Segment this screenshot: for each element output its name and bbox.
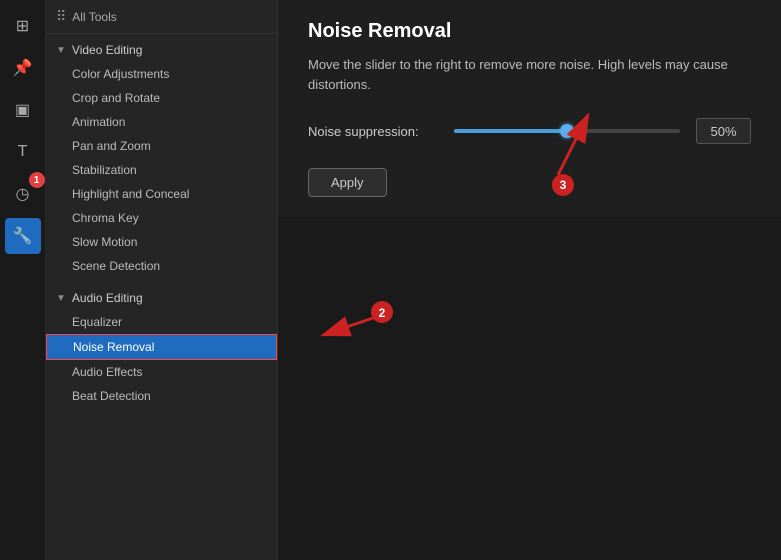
menu-item-highlight-and-conceal[interactable]: Highlight and Conceal [46,182,277,206]
slider-thumb[interactable] [560,124,574,138]
menu-item-color-adjustments[interactable]: Color Adjustments [46,62,277,86]
menu-item-animation[interactable]: Animation [46,110,277,134]
menu-item-stabilization[interactable]: Stabilization [46,158,277,182]
menu-item-equalizer[interactable]: Equalizer [46,310,277,334]
panel-description: Move the slider to the right to remove m… [308,55,751,94]
section-title-audio-editing[interactable]: ▼ Audio Editing [46,286,277,310]
sidebar-sections: ▼ Video EditingColor AdjustmentsCrop and… [46,34,277,412]
icon-bar: ⊞ 📌 ▣ T ◷1 🔧 [0,0,46,560]
noise-suppression-label: Noise suppression: [308,124,438,139]
text-icon[interactable]: T [5,134,41,170]
menu-item-audio-effects[interactable]: Audio Effects [46,360,277,384]
all-tools-label: All Tools [72,10,116,24]
section-audio-editing: ▼ Audio EditingEqualizerNoise RemovalAud… [46,282,277,412]
main-content: Noise Removal Move the slider to the rig… [278,0,781,217]
menu-item-beat-detection[interactable]: Beat Detection [46,384,277,408]
slider-track [454,129,680,133]
arrow-icon: ▼ [56,293,66,304]
grid-icon[interactable]: ⊞ [5,8,41,44]
pin-icon[interactable]: 📌 [5,50,41,86]
noise-suppression-row: Noise suppression: 50% [308,118,751,144]
main-wrapper: Noise Removal Move the slider to the rig… [278,0,781,560]
badge-clock-icon: 1 [29,172,45,188]
apply-button[interactable]: Apply [308,168,387,197]
menu-item-chroma-key[interactable]: Chroma Key [46,206,277,230]
section-label: Video Editing [72,43,143,57]
slider-fill [454,129,567,133]
crop-icon[interactable]: ▣ [5,92,41,128]
section-video-editing: ▼ Video EditingColor AdjustmentsCrop and… [46,34,277,282]
arrow-icon: ▼ [56,45,66,56]
all-tools-header[interactable]: ⠿ All Tools [46,0,277,34]
sidebar: ⠿ All Tools ▼ Video EditingColor Adjustm… [46,0,278,560]
menu-item-noise-removal[interactable]: Noise Removal [46,334,277,360]
menu-item-crop-and-rotate[interactable]: Crop and Rotate [46,86,277,110]
panel-title: Noise Removal [308,20,751,43]
section-title-video-editing[interactable]: ▼ Video Editing [46,38,277,62]
svg-text:2: 2 [379,306,386,320]
menu-item-scene-detection[interactable]: Scene Detection [46,254,277,278]
noise-suppression-slider[interactable] [454,121,680,141]
grid-dots-icon: ⠿ [56,8,66,25]
clock-icon[interactable]: ◷1 [5,176,41,212]
tools-icon[interactable]: 🔧 [5,218,41,254]
slider-value-display: 50% [696,118,751,144]
section-label: Audio Editing [72,291,143,305]
menu-item-pan-and-zoom[interactable]: Pan and Zoom [46,134,277,158]
menu-item-slow-motion[interactable]: Slow Motion [46,230,277,254]
